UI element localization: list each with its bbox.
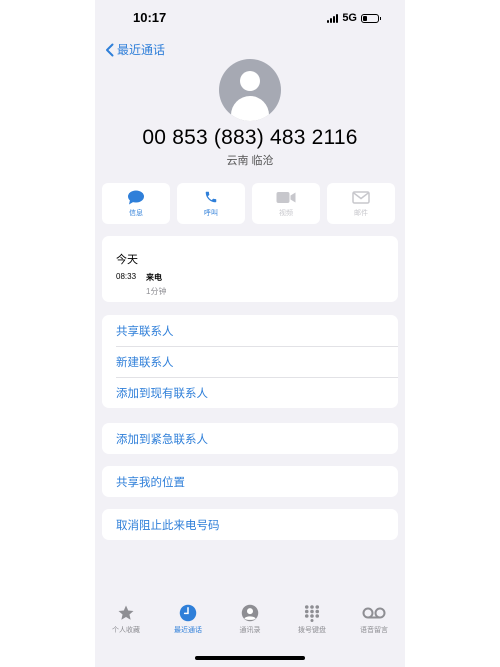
tab-voicemail[interactable]: 语音留言 [343,604,405,644]
phone-number: 00 853 (883) 483 2116 [142,126,358,149]
unblock-caller-button[interactable]: 取消阻止此来电号码 [102,509,398,540]
share-contact-button[interactable]: 共享联系人 [102,315,398,346]
tab-label: 语音留言 [360,627,388,634]
call-label: 呼叫 [204,209,218,217]
clock-icon [179,604,197,622]
tab-bar: 个人收藏 最近通话 通讯录 拨号键盘 语音留言 [95,604,405,644]
tab-label: 拨号键盘 [298,627,326,634]
battery-icon [361,13,381,23]
emergency-card: 添加到紧急联系人 [102,423,398,454]
mail-label: 邮件 [354,209,368,217]
add-to-existing-contact-button[interactable]: 添加到现有联系人 [102,377,398,408]
tab-keypad[interactable]: 拨号键盘 [281,604,343,644]
recent-calls-card: 今天 08:33 来电 1分钟 [102,236,398,302]
avatar [219,59,281,121]
phone-screen: 10:17 5G 最近通话 00 853 (883) 483 2116 云南 临… [95,0,405,667]
video-label: 视频 [279,209,293,217]
tab-recents[interactable]: 最近通话 [157,604,219,644]
message-bubble-icon [128,190,144,204]
tab-favorites[interactable]: 个人收藏 [95,604,157,644]
status-indicators: 5G [327,12,381,24]
back-label: 最近通话 [117,43,166,57]
star-icon [118,605,134,620]
add-emergency-contact-button[interactable]: 添加到紧急联系人 [102,423,398,454]
location-card: 共享我的位置 [102,466,398,497]
phone-icon [205,191,217,203]
tab-label: 个人收藏 [112,627,140,634]
video-camera-icon [276,191,296,203]
network-label: 5G [342,12,357,24]
action-buttons: 信息 呼叫 视频 邮件 [102,183,398,224]
call-time: 08:33 [116,272,137,281]
status-time: 10:17 [133,10,167,25]
contact-options-card: 共享联系人 新建联系人 添加到现有联系人 [102,315,398,408]
voicemail-icon [362,607,386,619]
home-indicator[interactable] [195,656,305,660]
person-circle-icon [241,604,259,622]
number-location: 云南 临沧 [226,155,274,167]
share-location-button[interactable]: 共享我的位置 [102,466,398,497]
tab-label: 通讯录 [239,627,261,634]
mail-icon [352,190,370,204]
mail-button[interactable]: 邮件 [327,183,395,224]
recent-day: 今天 [116,254,138,266]
message-label: 信息 [129,209,143,217]
chevron-left-icon [106,43,114,56]
tab-label: 最近通话 [174,627,202,634]
call-duration: 1分钟 [146,287,167,296]
message-button[interactable]: 信息 [102,183,170,224]
signal-icon [327,13,339,23]
unblock-card: 取消阻止此来电号码 [102,509,398,540]
call-type: 来电 [146,273,162,282]
video-button[interactable]: 视频 [252,183,320,224]
tab-contacts[interactable]: 通讯录 [219,604,281,644]
new-contact-button[interactable]: 新建联系人 [102,346,398,377]
keypad-icon [304,605,320,622]
call-button[interactable]: 呼叫 [177,183,245,224]
back-button[interactable]: 最近通话 [105,41,165,58]
